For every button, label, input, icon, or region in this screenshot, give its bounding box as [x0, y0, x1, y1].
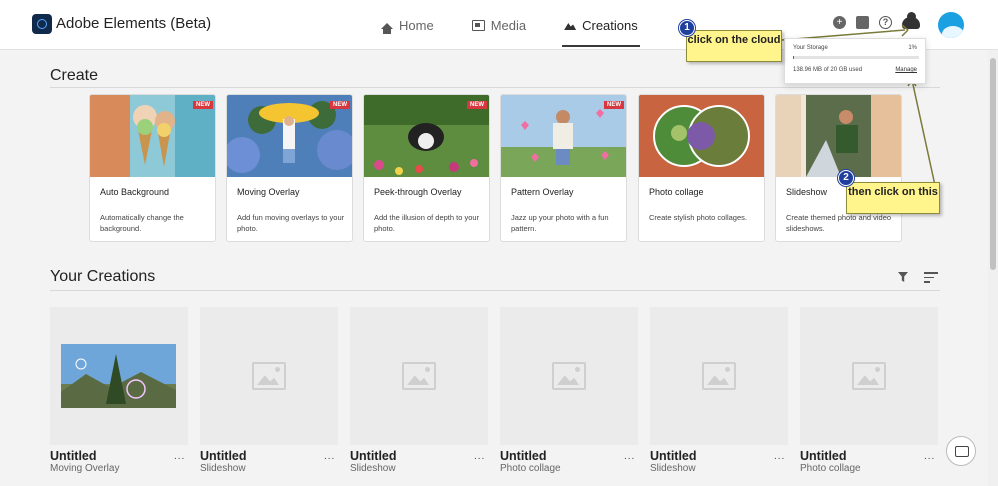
tab-creations[interactable]: Creations: [562, 0, 640, 50]
share-icon[interactable]: [856, 16, 869, 29]
tab-home-label: Home: [399, 17, 434, 33]
card-description: Create stylish photo collages.: [649, 213, 747, 222]
tab-media[interactable]: Media: [470, 0, 528, 50]
creation-title: Untitled: [800, 449, 847, 463]
card-title: Photo collage: [649, 187, 704, 197]
creation-type: Slideshow: [200, 463, 246, 474]
more-options-icon[interactable]: ...: [624, 451, 635, 462]
step-2-badge: 2: [838, 170, 854, 186]
help-icon[interactable]: ?: [879, 16, 892, 29]
creation-title: Untitled: [500, 449, 547, 463]
creation-thumbnail[interactable]: [50, 307, 188, 445]
card-title: Slideshow: [786, 187, 828, 197]
photo-collage-thumbnail: [639, 95, 764, 177]
more-options-icon[interactable]: ...: [324, 451, 335, 462]
create-section-title: Create: [50, 67, 99, 84]
storage-percent: 1%: [908, 45, 917, 51]
card-peek-through-overlay[interactable]: NEW Peek-through Overlay Add the illusio…: [363, 94, 490, 242]
new-badge: NEW: [330, 101, 350, 109]
card-description: Jazz up your photo with a fun pattern.: [511, 213, 609, 233]
new-badge: NEW: [467, 101, 487, 109]
new-badge: NEW: [193, 101, 213, 109]
card-description: Add fun moving overlays to your photo.: [237, 213, 345, 233]
creation-type: Slideshow: [650, 463, 696, 474]
image-placeholder-icon: [552, 362, 586, 390]
tab-home[interactable]: Home: [378, 0, 436, 50]
card-slideshow[interactable]: Slideshow Create themed photo and video …: [775, 94, 902, 242]
card-auto-background[interactable]: NEW Auto Background Automatically change…: [89, 94, 216, 242]
chat-icon[interactable]: [946, 436, 976, 466]
creation-type: Photo collage: [800, 463, 861, 474]
card-description: Add the illusion of depth to your photo.: [374, 213, 480, 233]
app-title: Adobe Elements (Beta): [56, 15, 212, 32]
creation-title: Untitled: [50, 449, 97, 463]
creation-type: Photo collage: [500, 463, 561, 474]
image-placeholder-icon: [252, 362, 286, 390]
new-badge: NEW: [604, 101, 624, 109]
step-1-badge: 1: [679, 20, 695, 36]
slideshow-thumbnail: [776, 95, 901, 177]
card-pattern-overlay[interactable]: NEW Pattern Overlay Jazz up your photo w…: [500, 94, 627, 242]
creation-thumbnail[interactable]: [200, 307, 338, 445]
image-placeholder-icon: [852, 362, 886, 390]
arrow-to-manage: [911, 79, 937, 191]
card-moving-overlay[interactable]: NEW Moving Overlay Add fun moving overla…: [226, 94, 353, 242]
manage-storage-link[interactable]: Manage: [895, 67, 917, 73]
step-1-callout: click on the cloud: [686, 30, 782, 62]
card-title: Peek-through Overlay: [374, 187, 462, 197]
moving-overlay-preview: [61, 344, 176, 408]
tab-creations-label: Creations: [582, 17, 638, 33]
your-creations-title: Your Creations: [50, 268, 156, 285]
home-icon: [380, 19, 393, 34]
cloud-icon[interactable]: [902, 11, 920, 29]
card-description: Automatically change the background.: [100, 213, 184, 233]
your-creations-divider: [50, 290, 940, 291]
storage-popup: Your Storage 1% 138.96 MB of 20 GB used …: [784, 38, 926, 84]
card-description: Create themed photo and video slideshows…: [786, 213, 892, 233]
creations-icon: [564, 23, 577, 30]
image-placeholder-icon: [402, 362, 436, 390]
more-options-icon[interactable]: ...: [474, 451, 485, 462]
more-options-icon[interactable]: ...: [174, 451, 185, 462]
header-actions: + ?: [833, 11, 920, 29]
creation-thumbnail[interactable]: [800, 307, 938, 445]
scrollbar[interactable]: [988, 50, 998, 486]
creation-title: Untitled: [200, 449, 247, 463]
card-title: Moving Overlay: [237, 187, 300, 197]
create-divider: [50, 87, 940, 88]
card-title: Pattern Overlay: [511, 187, 574, 197]
more-options-icon[interactable]: ...: [924, 451, 935, 462]
creation-thumbnail[interactable]: [350, 307, 488, 445]
card-title: Auto Background: [100, 187, 170, 197]
avatar[interactable]: [938, 12, 964, 38]
creation-title: Untitled: [350, 449, 397, 463]
card-photo-collage[interactable]: Photo collage Create stylish photo colla…: [638, 94, 765, 242]
sort-icon[interactable]: [924, 272, 938, 283]
step-2-callout: then click on this: [846, 182, 940, 214]
storage-used-text: 138.96 MB of 20 GB used: [793, 67, 863, 73]
storage-progress-fill: [793, 56, 795, 59]
app-logo-icon: [32, 14, 52, 34]
add-icon[interactable]: +: [833, 16, 846, 29]
scrollbar-thumb[interactable]: [990, 58, 996, 270]
filter-icon[interactable]: [898, 272, 908, 282]
image-placeholder-icon: [702, 362, 736, 390]
storage-title: Your Storage: [793, 45, 828, 51]
storage-progress-bar: [793, 56, 919, 59]
more-options-icon[interactable]: ...: [774, 451, 785, 462]
media-icon: [471, 19, 485, 31]
creation-type: Moving Overlay: [50, 463, 120, 474]
creation-type: Slideshow: [350, 463, 396, 474]
creation-thumbnail[interactable]: [650, 307, 788, 445]
creation-thumbnail[interactable]: [500, 307, 638, 445]
creation-title: Untitled: [650, 449, 697, 463]
tab-media-label: Media: [490, 17, 527, 33]
main-nav: Home Media Creations: [378, 0, 674, 50]
